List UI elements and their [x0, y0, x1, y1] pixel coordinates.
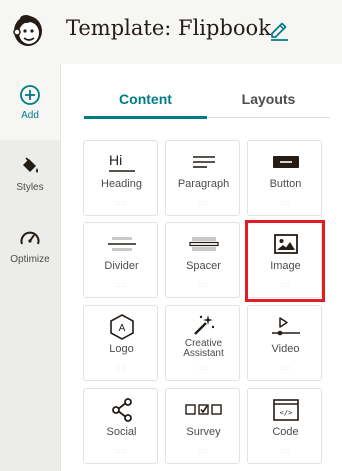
rail-item-label: Optimize	[10, 254, 50, 265]
paint-bucket-icon	[23, 157, 38, 173]
page-title: Template: Flipbook	[66, 16, 271, 40]
block-image[interactable]: Image ::::	[247, 222, 322, 298]
drag-handle[interactable]: ::::	[166, 366, 241, 372]
plus-circle-icon	[20, 85, 40, 105]
button-block-icon	[272, 156, 299, 168]
tab-label: Content	[119, 91, 172, 107]
block-creative-assistant[interactable]: Creative Assistant ::::	[165, 305, 240, 381]
block-label: Divider	[104, 260, 139, 272]
block-logo[interactable]: A Logo ::::	[83, 305, 158, 381]
divider-icon	[107, 237, 136, 251]
block-label: Social	[106, 426, 137, 438]
logo-hexagon-icon: A	[109, 314, 134, 340]
block-survey[interactable]: Survey ::::	[165, 388, 240, 464]
tab-content[interactable]: Content	[84, 91, 207, 107]
block-social[interactable]: Social ::::	[83, 388, 158, 464]
paragraph-icon	[192, 156, 215, 168]
heading-glyph: Hi	[109, 152, 122, 168]
block-label-line-2: Assistant	[183, 348, 224, 359]
rail-lower-section: Styles Optimize	[0, 140, 60, 471]
code-glyph: </>	[279, 409, 292, 417]
block-button[interactable]: Button ::::	[247, 140, 322, 216]
tab-label: Layouts	[241, 91, 296, 107]
spacer-icon	[188, 237, 219, 251]
drag-handle[interactable]: ::::	[84, 201, 159, 207]
block-heading[interactable]: Hi Heading ::::	[83, 140, 158, 216]
rail-item-styles[interactable]: Styles	[0, 156, 60, 193]
block-label: Heading	[101, 178, 142, 190]
app-header: Template: Flipbook	[0, 0, 342, 64]
drag-handle[interactable]: ::::	[248, 201, 323, 207]
rail-item-add[interactable]: Add	[0, 80, 60, 140]
drag-handle[interactable]: ::::	[84, 449, 159, 455]
left-rail: Add Styles Optimize	[0, 64, 60, 471]
drag-handle[interactable]: ::::	[84, 283, 159, 289]
share-icon	[111, 398, 132, 422]
block-label: Survey	[186, 426, 221, 438]
block-divider[interactable]: Divider ::::	[83, 222, 158, 298]
drag-handle[interactable]: ::::	[84, 366, 159, 372]
freddie-logo-icon[interactable]	[10, 12, 46, 48]
code-icon: </>	[272, 399, 299, 421]
survey-checkbox-icon	[184, 404, 222, 415]
block-label: Paragraph	[177, 178, 230, 190]
block-paragraph[interactable]: Paragraph ::::	[165, 140, 240, 216]
magic-wand-icon	[193, 315, 214, 335]
block-label: Video	[271, 343, 300, 355]
block-label: Code	[272, 426, 299, 438]
drag-handle[interactable]: ::::	[248, 366, 323, 372]
logo-glyph: A	[118, 323, 125, 334]
block-label: Spacer	[186, 260, 221, 272]
drag-handle[interactable]: ::::	[166, 201, 241, 207]
rail-item-label: Styles	[16, 182, 44, 193]
block-label: Button	[269, 178, 302, 190]
drag-handle[interactable]: ::::	[248, 283, 323, 289]
block-spacer[interactable]: Spacer ::::	[165, 222, 240, 298]
pencil-icon[interactable]	[268, 20, 290, 42]
rail-item-optimize[interactable]: Optimize	[0, 228, 60, 265]
drag-handle[interactable]: ::::	[248, 449, 323, 455]
panel-tabs: Content Layouts	[84, 88, 330, 119]
drag-handle[interactable]: ::::	[166, 283, 241, 289]
block-code[interactable]: </> Code ::::	[247, 388, 322, 464]
drag-handle[interactable]: ::::	[166, 449, 241, 455]
rail-item-label: Add	[21, 110, 39, 121]
tab-layouts[interactable]: Layouts	[207, 91, 330, 107]
active-tab-indicator	[84, 116, 207, 119]
block-label: Creative Assistant	[166, 339, 241, 359]
gauge-icon	[20, 231, 40, 245]
image-icon	[273, 234, 298, 254]
block-video[interactable]: Video ::::	[247, 305, 322, 381]
block-label: Logo	[109, 343, 134, 355]
video-play-icon	[271, 317, 300, 336]
block-label: Image	[270, 260, 301, 272]
heading-icon: Hi	[108, 152, 135, 172]
